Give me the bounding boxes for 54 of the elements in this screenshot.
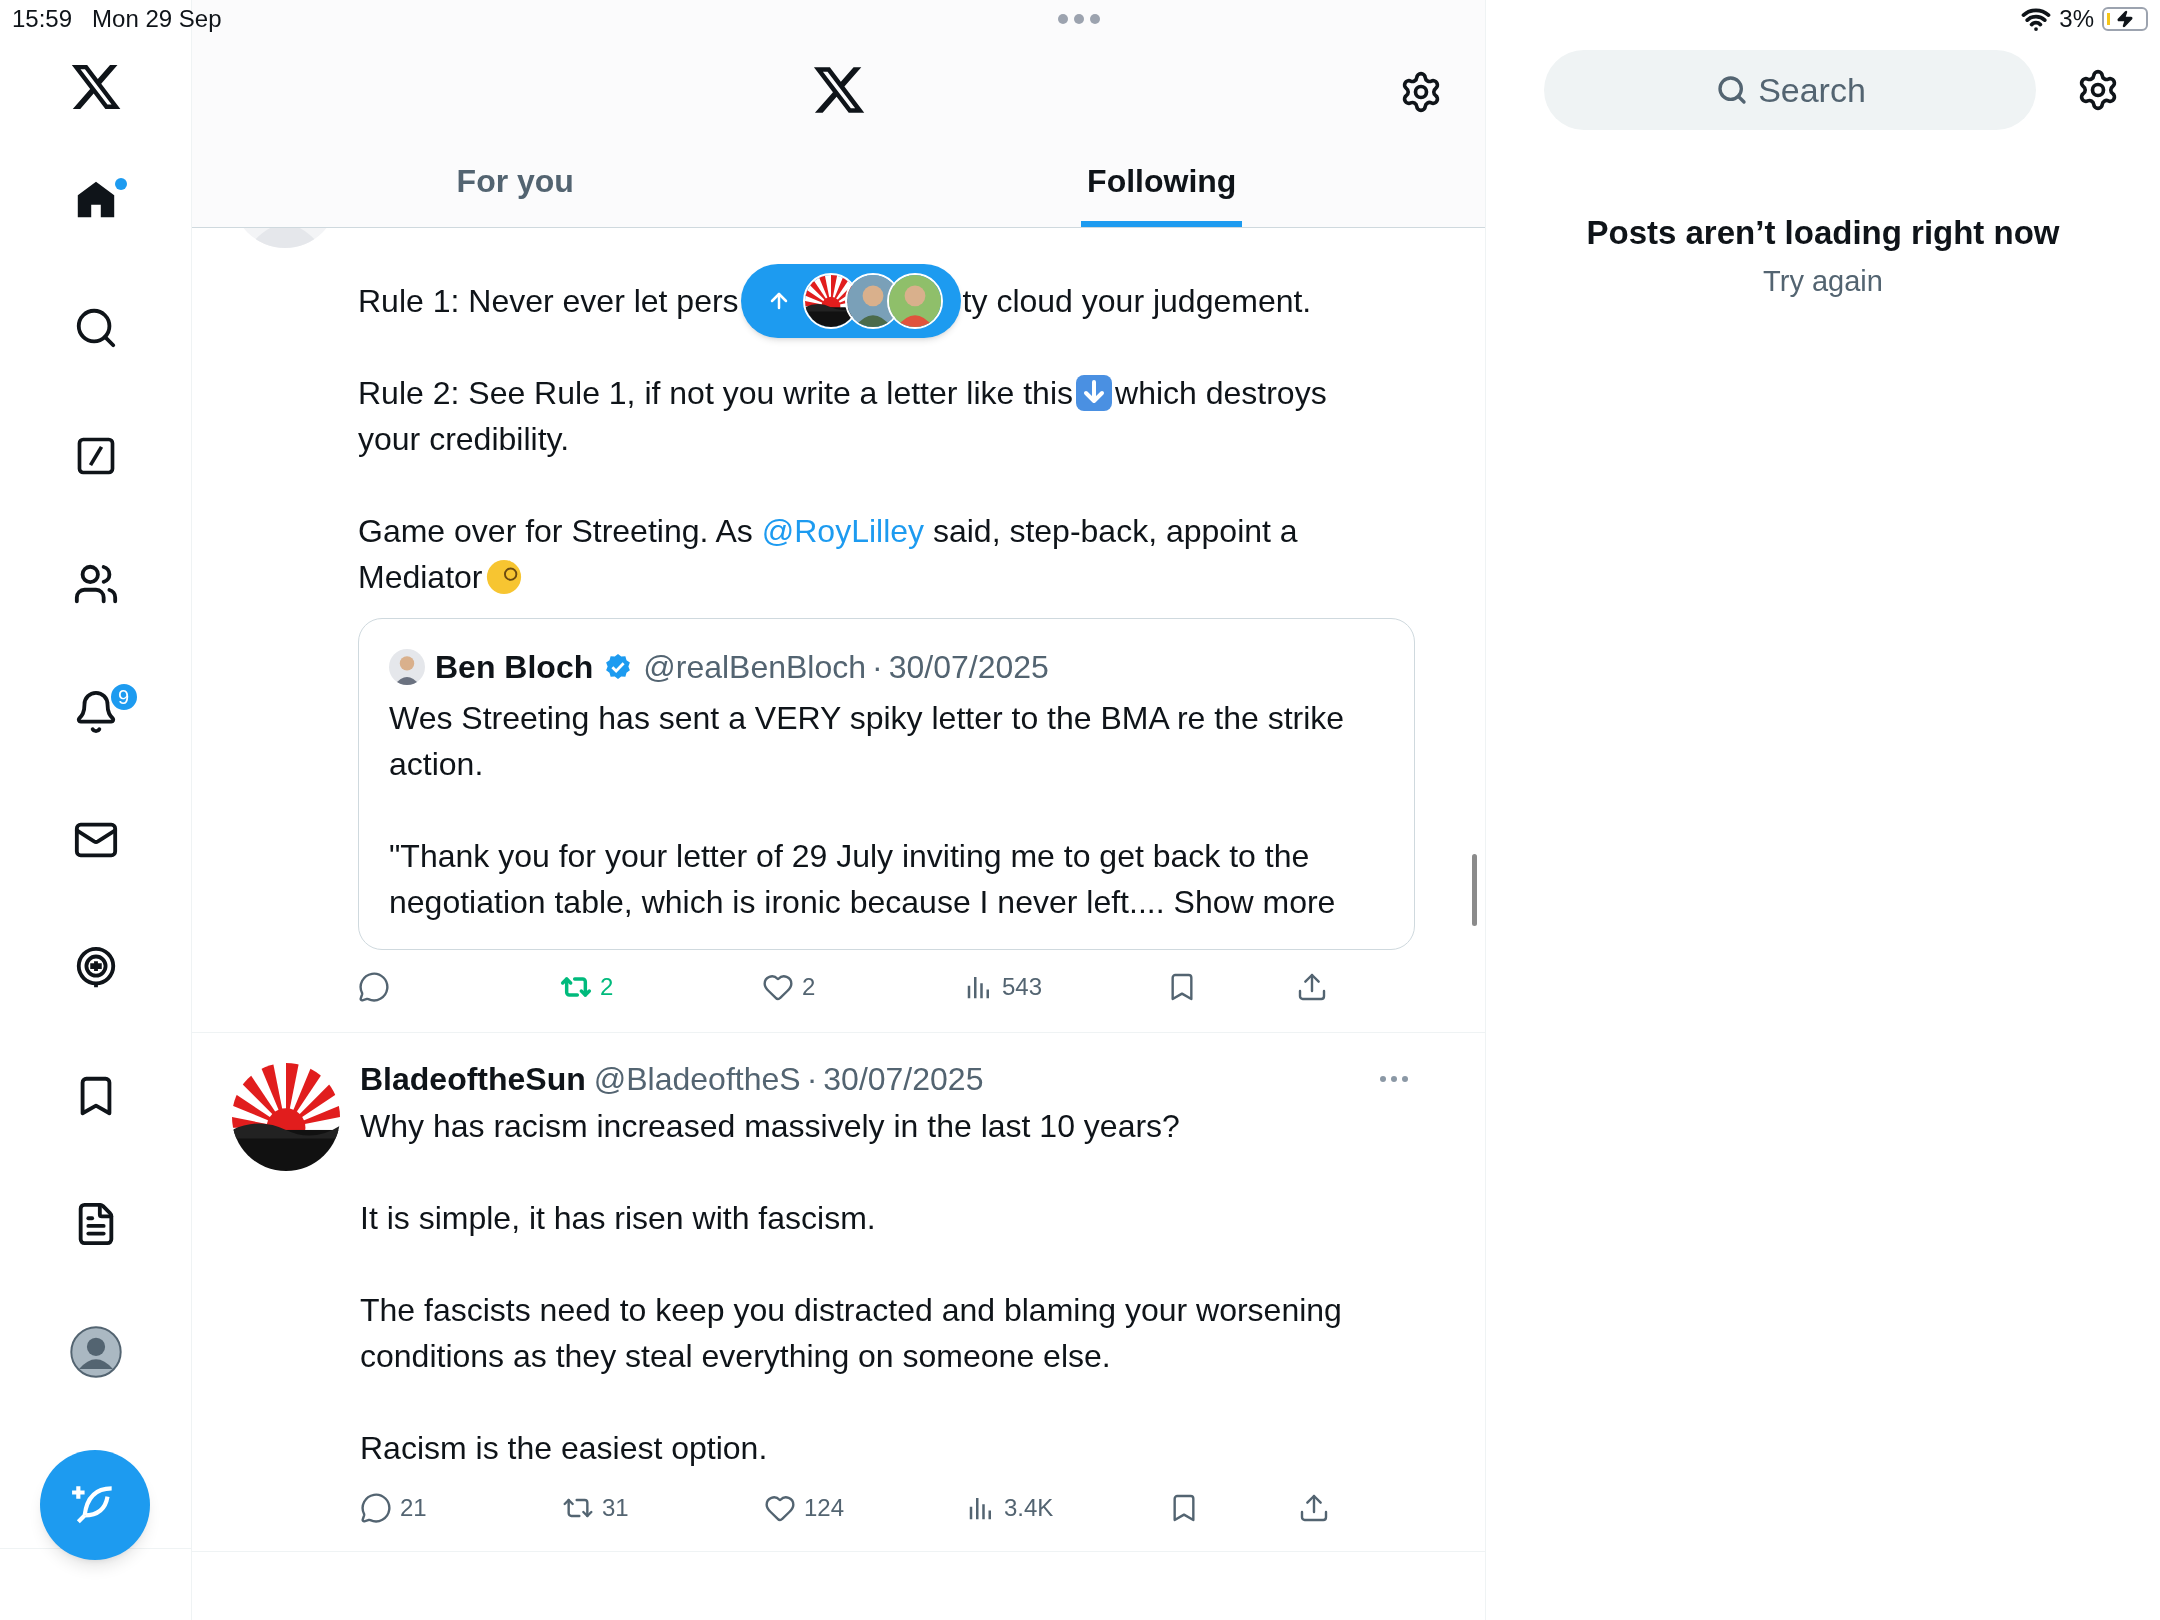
feed-tab[interactable]: Following [1081,140,1243,227]
try-again-link[interactable]: Try again [1763,259,1883,303]
quoted-text: "Thank you for your letter of 29 July inviting me to get back to the [389,837,1310,876]
author-handle: @realBenBloch [643,648,867,687]
new-posts-pill[interactable] [740,264,961,338]
search-icon [1716,74,1748,106]
quoted-text: negotiation table, which is ironic because I never left.... [389,883,1165,922]
separator: · [872,648,883,687]
status-date: Mon 29 Sep [92,4,222,34]
tweet-text: your credibility. [358,420,570,459]
quoted-text: Wes Streeting has sent a VERY spiky letter to the BMA re the strike [389,699,1345,738]
search-field[interactable]: Search [1544,50,2036,130]
tweet-text: conditions as they steal everything on someone else. [360,1337,1111,1376]
action-count: 31 [602,1493,629,1523]
action-count: 124 [804,1493,845,1523]
post-date: 30/07/2025 [823,1060,984,1099]
quoted-text: action. [389,745,484,784]
separator: · [806,1060,818,1099]
share-icon[interactable] [1298,1492,1330,1524]
error-title: Posts aren’t loading right now [1586,213,2060,253]
feed-tab[interactable]: For you [450,140,580,227]
author-name: BladeoftheSun [360,1060,586,1099]
tweet-text: The fascists need to keep you distracted and blaming your worsening [360,1291,1342,1330]
author-name: Ben Bloch [435,648,594,687]
post-date: 30/07/2025 [888,648,1049,687]
reply-icon[interactable] [360,1492,392,1524]
face-emoji-icon [484,558,523,596]
reply-icon[interactable] [358,971,390,1003]
tweet-text: It is simple, it has risen with fascism. [360,1199,876,1238]
tweet-text: Why has racism increased massively in the last 10 years? [360,1107,1180,1146]
tweet-text: said, step-back, appoint a [931,512,1298,551]
author-handle: @BladeoftheS [593,1060,801,1099]
scrollbar[interactable] [1472,854,1477,926]
action-count: 3.4K [1004,1493,1054,1523]
avatar-icon[interactable] [69,1326,122,1378]
down-arrow-emoji-icon [1074,373,1114,413]
tweet-text: which destroys [1115,374,1327,413]
action-count: 2 [802,972,816,1002]
more-icon[interactable] [1379,1075,1409,1083]
share-icon[interactable] [1296,971,1328,1003]
tweet-text: ty cloud your judgement. [962,282,1312,321]
action-count: 21 [400,1493,427,1523]
notification-badge: 9 [108,682,139,712]
action-count: 543 [1002,972,1043,1002]
tweet-text: Rule 2: See Rule 1, if not you write a letter like this [358,374,1073,413]
tweet-text: Rule 1: Never ever let pers [358,282,739,321]
action-count: 2 [600,972,614,1002]
tweet-text: Mediator [358,558,483,597]
battery-percent: 3% [2059,4,2094,34]
quoted-post-card[interactable] [358,618,1415,950]
tweet-text: Game over for Streeting. As [358,512,754,551]
status-time: 15:59 [12,4,73,34]
tweet-text: Racism is the easiest option. [360,1429,768,1468]
show-more-link[interactable]: Show more [1173,879,1336,925]
